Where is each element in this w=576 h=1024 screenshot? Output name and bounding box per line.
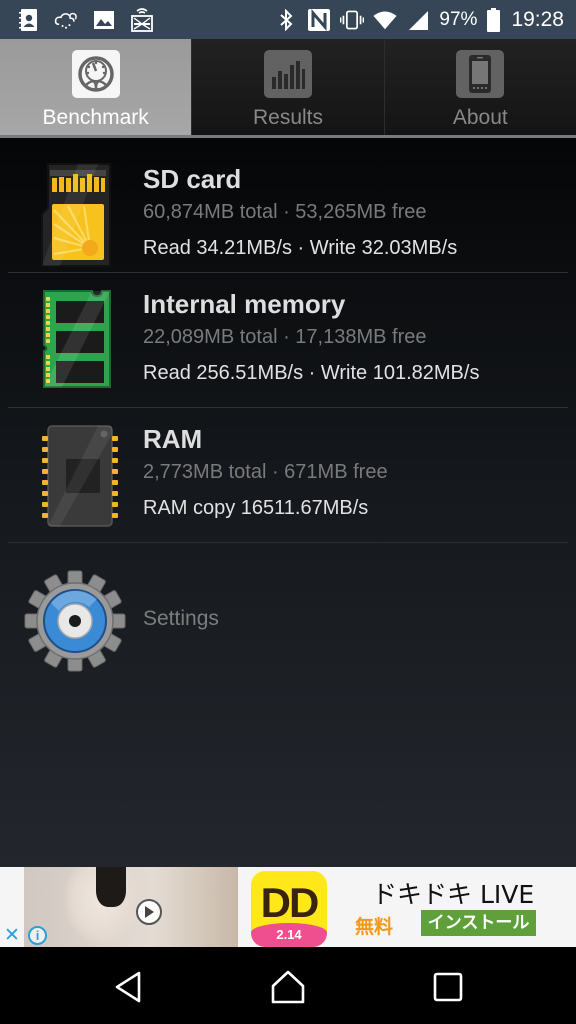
list-item-sd-card[interactable]: SD card 60,874MB total · 53,265MB free R… bbox=[8, 138, 568, 273]
wifi-icon bbox=[373, 8, 397, 32]
item-capacity: 60,874MB total · 53,265MB free bbox=[143, 201, 427, 223]
item-title: RAM bbox=[143, 424, 203, 454]
item-title: SD card bbox=[143, 164, 242, 194]
benchmark-list: SD card 60,874MB total · 53,265MB free R… bbox=[0, 138, 576, 867]
home-icon bbox=[271, 970, 305, 1004]
tab-results[interactable]: Results bbox=[192, 39, 385, 135]
battery-percent: 97% bbox=[439, 8, 478, 30]
bar-chart-icon bbox=[263, 50, 312, 98]
memory-chip-icon bbox=[40, 289, 120, 399]
phone-icon bbox=[456, 50, 505, 98]
ad-info-icon[interactable]: i bbox=[28, 926, 47, 945]
item-speed: RAM copy 16511.67MB/s bbox=[143, 497, 369, 519]
recents-button[interactable] bbox=[428, 969, 468, 1005]
status-bar: 97% 19:28 bbox=[0, 0, 576, 39]
sd-card-icon bbox=[38, 160, 118, 270]
gear-icon bbox=[24, 570, 126, 672]
item-speed: Read 256.51MB/s · Write 101.82MB/s bbox=[143, 362, 480, 384]
tab-bar: Benchmark Results About bbox=[0, 39, 576, 138]
ad-close-icon[interactable]: ✕ bbox=[4, 926, 20, 945]
item-capacity: 22,089MB total · 17,138MB free bbox=[143, 326, 427, 348]
ad-app-icon[interactable]: DD 2.14 bbox=[251, 871, 327, 947]
back-icon bbox=[115, 971, 141, 1003]
ram-chip-icon bbox=[38, 424, 118, 534]
home-button[interactable] bbox=[268, 969, 308, 1005]
tab-benchmark[interactable]: Benchmark bbox=[0, 39, 193, 135]
settings-item[interactable]: Settings bbox=[0, 561, 576, 681]
tab-about[interactable]: About bbox=[384, 39, 576, 135]
ad-app-icon-text: DD bbox=[260, 879, 320, 926]
ad-price: 無料 bbox=[355, 916, 394, 938]
list-item-ram[interactable]: RAM 2,773MB total · 671MB free RAM copy … bbox=[8, 408, 568, 543]
play-icon[interactable] bbox=[136, 899, 162, 925]
screen-mirror-icon bbox=[130, 7, 154, 32]
item-speed: Read 34.21MB/s · Write 32.03MB/s bbox=[143, 237, 458, 259]
ad-app-title[interactable]: ドキドキ LIVE bbox=[372, 875, 534, 911]
ad-app-icon-version: 2.14 bbox=[251, 923, 327, 947]
tab-label: About bbox=[452, 106, 508, 129]
navigation-bar bbox=[0, 947, 576, 1024]
speedometer-icon bbox=[71, 50, 120, 98]
vibrate-icon bbox=[340, 8, 365, 32]
cell-signal-icon bbox=[406, 8, 430, 32]
tab-label: Benchmark bbox=[42, 106, 149, 129]
cloud-sync-icon bbox=[54, 8, 78, 32]
battery-icon bbox=[486, 7, 500, 32]
item-capacity: 2,773MB total · 671MB free bbox=[143, 461, 388, 483]
gallery-icon bbox=[92, 8, 116, 32]
contacts-icon bbox=[16, 8, 40, 32]
settings-label: Settings bbox=[143, 607, 219, 630]
list-item-internal-memory[interactable]: Internal memory 22,089MB total · 17,138M… bbox=[8, 273, 568, 408]
tab-label: Results bbox=[252, 106, 323, 129]
item-title: Internal memory bbox=[143, 289, 346, 319]
bluetooth-icon bbox=[274, 8, 298, 32]
ad-install-button[interactable]: インストール bbox=[421, 910, 536, 936]
ad-video-thumbnail[interactable] bbox=[24, 867, 238, 947]
recents-icon bbox=[433, 972, 463, 1002]
nfc-icon bbox=[307, 8, 331, 32]
clock: 19:28 bbox=[511, 7, 564, 31]
ad-banner[interactable]: ✕ i DD 2.14 ドキドキ LIVE 無料 インストール bbox=[0, 867, 576, 947]
back-button[interactable] bbox=[108, 969, 148, 1005]
